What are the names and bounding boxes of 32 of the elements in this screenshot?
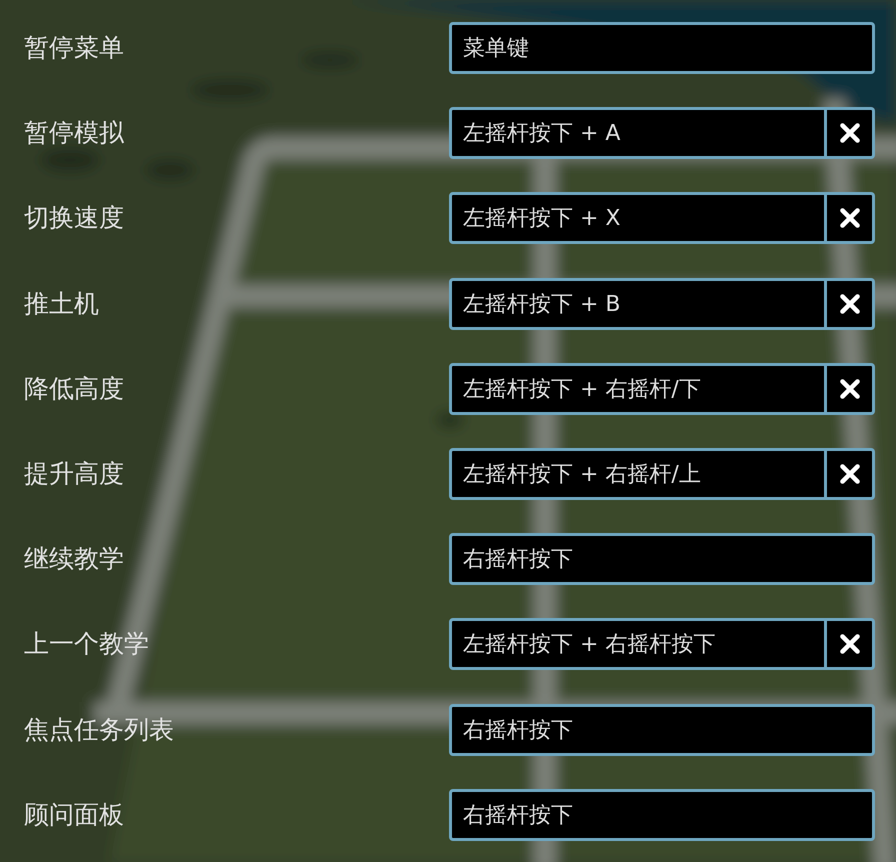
action-label: 焦点任务列表 — [24, 714, 174, 746]
binding-field[interactable]: 左摇杆按下 + 右摇杆/下 — [449, 362, 827, 415]
clear-button[interactable] — [827, 362, 875, 415]
binding-field[interactable]: 左摇杆按下 + 右摇杆按下 — [449, 618, 827, 670]
binding-field[interactable]: 左摇杆按下 + B — [449, 278, 827, 330]
close-icon — [840, 123, 860, 144]
action-label: 切换速度 — [24, 202, 124, 234]
action-label: 提升高度 — [24, 458, 124, 490]
close-icon — [840, 294, 860, 314]
close-icon — [840, 634, 860, 654]
clear-button[interactable] — [827, 448, 875, 500]
clear-button[interactable] — [827, 192, 875, 244]
action-label: 暂停模拟 — [24, 117, 124, 150]
action-label: 推土机 — [24, 288, 99, 320]
binding-field[interactable]: 左摇杆按下 + 右摇杆/上 — [449, 448, 827, 500]
action-label: 继续教学 — [24, 543, 124, 576]
action-label: 暂停菜单 — [24, 32, 124, 64]
binding-field[interactable]: 右摇杆按下 — [449, 788, 875, 841]
clear-button[interactable] — [827, 278, 875, 330]
action-label: 顾问面板 — [24, 798, 124, 831]
close-icon — [840, 208, 860, 228]
close-icon — [840, 464, 860, 484]
binding-field[interactable]: 右摇杆按下 — [449, 704, 875, 756]
close-icon — [840, 378, 860, 399]
binding-field[interactable]: 左摇杆按下 + A — [449, 107, 827, 160]
binding-field[interactable]: 左摇杆按下 + X — [449, 192, 827, 244]
binding-field[interactable]: 菜单键 — [449, 22, 875, 74]
clear-button[interactable] — [827, 618, 875, 670]
clear-button[interactable] — [827, 107, 875, 160]
binding-field[interactable]: 右摇杆按下 — [449, 533, 875, 586]
action-label: 上一个教学 — [24, 628, 149, 660]
action-label: 降低高度 — [24, 372, 124, 405]
